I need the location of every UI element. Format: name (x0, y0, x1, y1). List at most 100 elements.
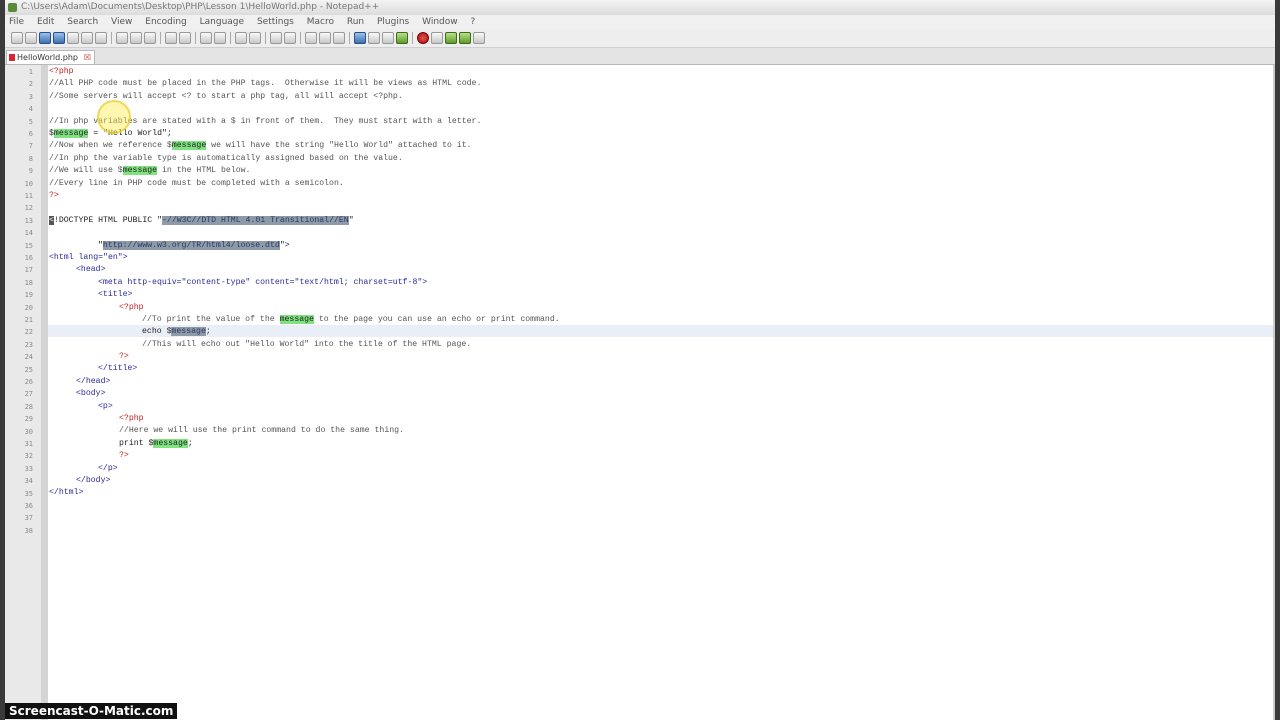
file-saved-icon (9, 54, 15, 61)
toolbar-separator (412, 32, 413, 44)
code-line[interactable]: //To print the value of the message to t… (142, 314, 560, 326)
record-macro-icon[interactable] (417, 32, 429, 44)
tab-close-icon[interactable]: ☒ (84, 51, 91, 64)
line-number: 35 (24, 490, 33, 498)
copy-icon[interactable] (130, 32, 142, 44)
code-line[interactable]: echo $message; (142, 326, 211, 338)
tab-helloworld[interactable]: HelloWorld.php ☒ (6, 50, 95, 64)
code-line[interactable]: //Here we will use the print command to … (119, 425, 404, 437)
code-line[interactable]: </head> (76, 376, 110, 388)
menu-window[interactable]: Window (422, 17, 458, 27)
zoom-out-icon[interactable] (249, 32, 261, 44)
user-language-icon[interactable] (354, 32, 366, 44)
code-line[interactable]: ?> (49, 190, 59, 202)
code-line[interactable]: //We will use $message in the HTML below… (49, 165, 250, 177)
code-line[interactable]: ?> (119, 351, 129, 363)
code-line[interactable]: //Some servers will accept <? to start a… (49, 91, 403, 103)
new-file-icon[interactable] (11, 32, 23, 44)
menu-macro[interactable]: Macro (307, 17, 334, 27)
word-wrap-icon[interactable] (305, 32, 317, 44)
menu-encoding[interactable]: Encoding (145, 17, 186, 27)
close-file-icon[interactable] (67, 32, 79, 44)
line-number: 28 (24, 403, 33, 411)
line-number: 31 (24, 440, 33, 448)
code-line[interactable]: print $message; (119, 438, 193, 450)
tab-label: HelloWorld.php (17, 53, 78, 62)
code-line[interactable]: <!DOCTYPE HTML PUBLIC "-//W3C//DTD HTML … (49, 215, 354, 227)
paste-icon[interactable] (144, 32, 156, 44)
show-all-chars-icon[interactable] (319, 32, 331, 44)
open-file-icon[interactable] (25, 32, 37, 44)
line-number: 5 (28, 118, 33, 126)
line-number: 27 (24, 390, 33, 398)
play-macro-icon[interactable] (445, 32, 457, 44)
toolbar-separator (230, 32, 231, 44)
save-icon[interactable] (39, 32, 51, 44)
line-number: 17 (24, 266, 33, 274)
code-line[interactable]: </body> (76, 475, 110, 487)
current-line-highlight (48, 325, 1273, 337)
print-icon[interactable] (95, 32, 107, 44)
folder-workspace-icon[interactable] (396, 32, 408, 44)
code-line[interactable]: <p> (98, 401, 113, 413)
code-line[interactable]: "http://www.w3.org/TR/html4/loose.dtd"> (98, 240, 290, 252)
code-line[interactable]: <?php (119, 413, 144, 425)
menu-plugins[interactable]: Plugins (377, 17, 409, 27)
toolbar-separator (265, 32, 266, 44)
title-bar: C:\Users\Adam\Documents\Desktop\PHP\Less… (5, 0, 1275, 15)
sync-scroll-h-icon[interactable] (284, 32, 296, 44)
save-all-icon[interactable] (53, 32, 65, 44)
menu-run[interactable]: Run (347, 17, 364, 27)
line-number: 10 (24, 180, 33, 188)
code-line[interactable]: //Every line in PHP code must be complet… (49, 178, 344, 190)
toolbar-separator (300, 32, 301, 44)
close-all-icon[interactable] (81, 32, 93, 44)
menu-settings[interactable]: Settings (257, 17, 294, 27)
code-line[interactable]: //In php the variable type is automatica… (49, 153, 403, 165)
code-line[interactable]: <title> (98, 289, 132, 301)
doc-map-icon[interactable] (368, 32, 380, 44)
line-number: 19 (24, 291, 33, 299)
code-line[interactable]: <meta http-equiv="content-type" content=… (98, 277, 427, 289)
menu-help[interactable]: ? (471, 17, 476, 27)
code-line[interactable]: //This will echo out "Hello World" into … (142, 339, 471, 351)
stop-macro-icon[interactable] (431, 32, 443, 44)
menu-language[interactable]: Language (200, 17, 244, 27)
code-line[interactable]: </p> (98, 463, 118, 475)
code-line[interactable]: <head> (76, 264, 105, 276)
vertical-scrollbar[interactable] (1273, 65, 1275, 720)
zoom-in-icon[interactable] (235, 32, 247, 44)
code-line[interactable]: </title> (98, 363, 137, 375)
cut-icon[interactable] (116, 32, 128, 44)
find-icon[interactable] (200, 32, 212, 44)
code-line[interactable]: </html> (49, 487, 83, 499)
code-line[interactable]: //Now when we reference $message we will… (49, 140, 472, 152)
toolbar-separator (349, 32, 350, 44)
code-line[interactable]: <html lang="en"> (49, 252, 128, 264)
line-number: 22 (24, 328, 33, 336)
indent-guide-icon[interactable] (333, 32, 345, 44)
mouse-cursor-highlight-icon (97, 100, 131, 134)
line-number: 14 (24, 229, 33, 237)
code-line[interactable]: ?> (119, 450, 129, 462)
menu-file[interactable]: File (9, 17, 24, 27)
sync-scroll-v-icon[interactable] (270, 32, 282, 44)
replace-icon[interactable] (214, 32, 226, 44)
menu-edit[interactable]: Edit (37, 17, 54, 27)
code-line[interactable]: <?php (49, 66, 74, 78)
menu-search[interactable]: Search (67, 17, 98, 27)
code-line[interactable]: <?php (119, 302, 144, 314)
notepadpp-icon (8, 3, 17, 12)
redo-icon[interactable] (179, 32, 191, 44)
match-highlight: message (171, 141, 207, 150)
undo-icon[interactable] (165, 32, 177, 44)
save-macro-icon[interactable] (473, 32, 485, 44)
tab-bar: HelloWorld.php ☒ (5, 48, 1275, 65)
code-line[interactable]: <body> (76, 388, 105, 400)
function-list-icon[interactable] (382, 32, 394, 44)
line-number: 9 (28, 167, 33, 175)
fold-margin[interactable] (41, 65, 48, 720)
menu-view[interactable]: View (111, 17, 132, 27)
run-macro-multiple-icon[interactable] (459, 32, 471, 44)
code-line[interactable]: //All PHP code must be placed in the PHP… (49, 78, 481, 90)
